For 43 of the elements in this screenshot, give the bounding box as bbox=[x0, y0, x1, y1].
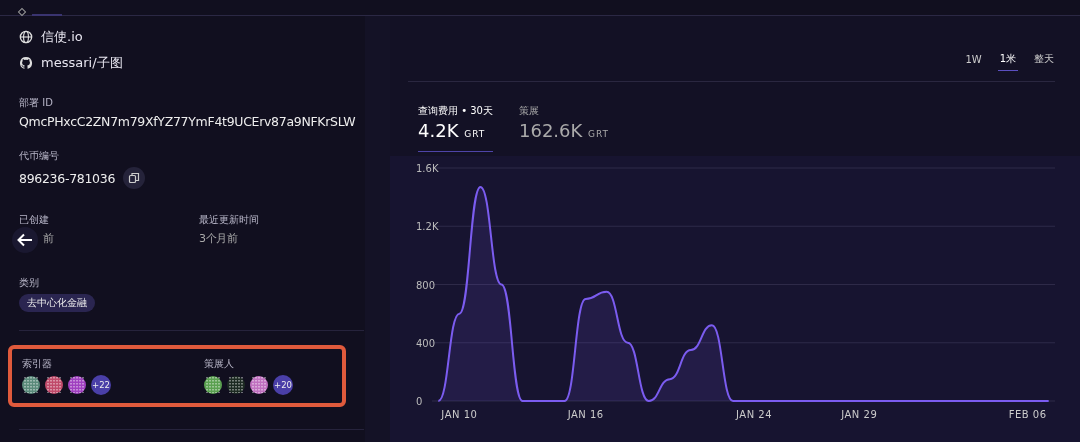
created-value: 前 bbox=[43, 231, 54, 246]
copy-button[interactable] bbox=[123, 167, 146, 189]
axis-label: JAN 16 bbox=[567, 409, 604, 420]
group-label: 索引器 bbox=[22, 357, 53, 371]
axis-label: JAN 10 bbox=[441, 409, 478, 420]
link-text[interactable]: 信使.io bbox=[41, 28, 83, 46]
count-badge[interactable]: +22 bbox=[91, 375, 111, 395]
field-label: 部署 ID bbox=[19, 96, 54, 110]
field-label: 已创建 bbox=[19, 213, 50, 227]
axis-label: FEB 06 bbox=[1008, 409, 1047, 420]
group-label: 策展人 bbox=[204, 357, 235, 371]
link-text[interactable]: messari/子图 bbox=[41, 54, 123, 72]
avatar[interactable] bbox=[227, 376, 245, 394]
globe-icon bbox=[19, 30, 33, 44]
range-tab[interactable]: 1W bbox=[963, 50, 984, 71]
stat-tab[interactable]: 查询费用 • 30天 4.2K GRT bbox=[418, 104, 493, 152]
axis-label: 800 bbox=[416, 279, 436, 291]
axis-label: 0 bbox=[416, 396, 423, 407]
arrow-left-icon bbox=[17, 233, 33, 247]
axis-label: JAN 24 bbox=[736, 409, 772, 420]
updated-value: 3个月前 bbox=[199, 231, 239, 246]
avatar[interactable] bbox=[68, 376, 86, 394]
category-tag: 去中心化金融 bbox=[19, 294, 95, 312]
github-icon bbox=[19, 56, 33, 70]
range-tab[interactable]: 1米 bbox=[997, 50, 1018, 71]
axis-label: 1.6K bbox=[416, 163, 439, 174]
axis-label: 1.2K bbox=[416, 221, 439, 233]
avatar[interactable] bbox=[204, 376, 222, 394]
copy-icon bbox=[128, 172, 141, 184]
axis-label: 400 bbox=[416, 337, 436, 349]
back-button[interactable] bbox=[12, 227, 38, 253]
count-badge[interactable]: +20 bbox=[273, 375, 293, 395]
stat-tab[interactable]: 策展 162.6K GRT bbox=[519, 104, 610, 152]
avatar[interactable] bbox=[22, 376, 40, 394]
avatar[interactable] bbox=[250, 376, 268, 394]
axis-label: JAN 29 bbox=[841, 409, 878, 420]
avatar[interactable] bbox=[45, 376, 63, 394]
range-tab[interactable]: 整天 bbox=[1032, 50, 1056, 71]
field-label: 最近更新时间 bbox=[199, 213, 260, 227]
field-label: 类别 bbox=[19, 276, 40, 290]
deployment-id: QmcPHxcC2ZN7m79XfYZ77YmF4t9UCErv87a9NFKrSLW bbox=[19, 114, 357, 129]
field-label: 代币编号 bbox=[19, 149, 60, 163]
token-id: 896236-781036 bbox=[19, 170, 116, 186]
